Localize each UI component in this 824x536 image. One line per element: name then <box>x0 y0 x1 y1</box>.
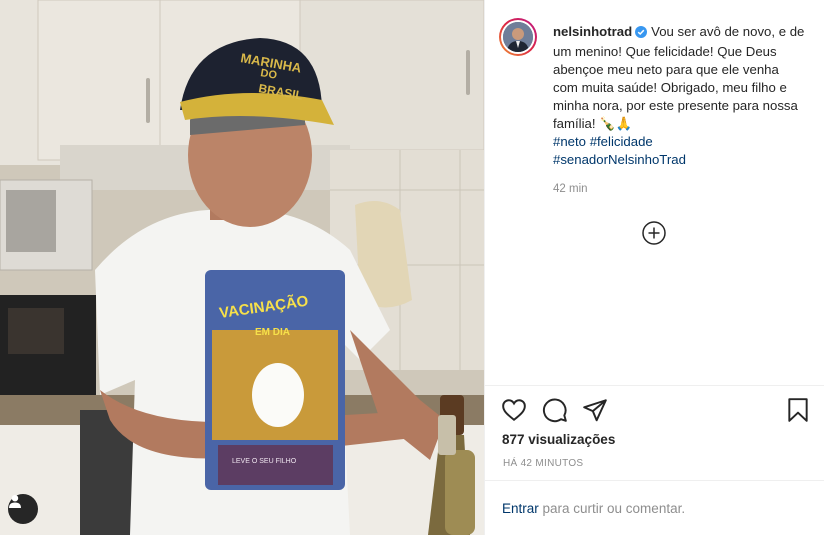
like-button[interactable] <box>501 397 529 425</box>
hashtag-link[interactable]: #neto <box>553 134 586 149</box>
user-tag-button[interactable] <box>8 494 38 524</box>
bookmark-icon <box>788 398 808 422</box>
comment-button[interactable] <box>542 397 570 425</box>
post-caption: nelsinhotrad Vou ser avô de novo, e de um… <box>553 23 805 169</box>
user-tag-icon <box>9 495 21 508</box>
comment-login-prompt: Entrar para curtir ou comentar. <box>485 480 824 536</box>
plus-circle-icon <box>642 221 666 245</box>
load-more-comments-button[interactable] <box>642 221 666 245</box>
share-button[interactable] <box>582 397 610 425</box>
caption-time[interactable]: 42 min <box>553 183 588 195</box>
view-count[interactable]: 877 visualizações <box>502 432 615 447</box>
caption-text: Vou ser avô de novo, e de um menino! Que… <box>553 24 805 131</box>
login-link[interactable]: Entrar <box>502 501 539 516</box>
hashtag-link[interactable]: #senadorNelsinhoTrad <box>553 152 686 167</box>
shirt-text-2: EM DIA <box>255 327 290 338</box>
share-icon <box>583 399 607 422</box>
video-frame: MARINHA DO BRASIL VACINAÇÃO EM DIA LEVE … <box>0 0 484 535</box>
save-button[interactable] <box>785 397 813 425</box>
verified-badge-icon <box>635 25 648 43</box>
post-actions: 877 visualizações Há 42 minutos <box>485 385 824 481</box>
shirt-text-3: LEVE O SEU FILHO <box>232 458 297 465</box>
avatar-photo <box>503 22 533 52</box>
caption-area: nelsinhotrad Vou ser avô de novo, e de um… <box>485 0 824 385</box>
avatar[interactable] <box>499 18 537 56</box>
username-link[interactable]: nelsinhotrad <box>553 24 632 39</box>
post-sidebar: nelsinhotrad Vou ser avô de novo, e de um… <box>484 0 824 535</box>
post-video[interactable]: MARINHA DO BRASIL VACINAÇÃO EM DIA LEVE … <box>0 0 484 535</box>
comment-prompt-text: para curtir ou comentar. <box>538 501 686 516</box>
post-timestamp[interactable]: Há 42 minutos <box>503 458 583 469</box>
comment-icon <box>542 398 567 423</box>
hashtag-link[interactable]: #felicidade <box>590 134 653 149</box>
heart-icon <box>502 399 526 421</box>
